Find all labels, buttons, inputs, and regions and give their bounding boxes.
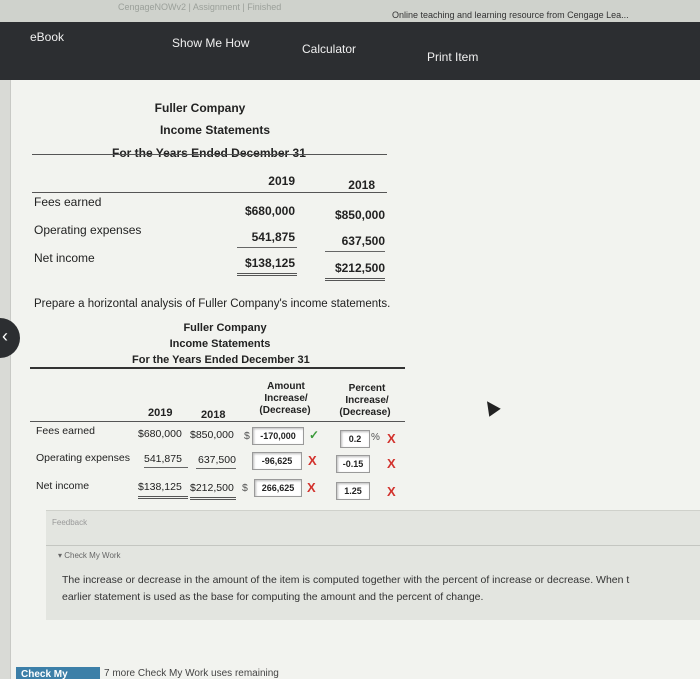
toggle-label: Check My Work [64, 551, 121, 560]
percent-input[interactable]: 0.2 [340, 430, 370, 448]
total-double-rule [325, 278, 385, 281]
value-2019: $138,125 [138, 481, 182, 493]
x-icon: X [387, 431, 396, 446]
feedback-label: Feedback [52, 518, 88, 527]
browser-tab-strip: CengageNOWv2 | Assignment | Finished Onl… [0, 0, 700, 22]
column-header-rule [32, 192, 387, 193]
feedback-text-line2: earlier statement is used as the base fo… [62, 591, 484, 603]
ebook-link[interactable]: eBook [30, 30, 64, 44]
chevron-left-icon: ‹ [2, 326, 8, 346]
amount-header-line1: Amount [267, 381, 305, 392]
total-double-rule [190, 497, 236, 500]
percent-header-line3: (Decrease) [339, 407, 391, 418]
value-2018: $850,000 [190, 429, 234, 441]
statement-period: For the Years Ended December 31 [132, 354, 310, 366]
year-2018-header: 2018 [201, 409, 226, 421]
x-icon: X [387, 484, 396, 499]
year-2019-header: 2019 [148, 407, 173, 419]
statement-title: Income Statements [159, 123, 271, 137]
row-label: Fees earned [34, 195, 102, 209]
amount-input[interactable]: -170,000 [252, 427, 304, 445]
check-my-work-button[interactable]: Check My Work [16, 667, 100, 679]
x-icon: X [387, 456, 396, 471]
value-2018: 637,500 [341, 234, 385, 248]
amount-input[interactable]: -96,625 [252, 452, 302, 470]
print-item-link[interactable]: Print Item [427, 50, 478, 64]
value-2019: 541,875 [251, 230, 295, 244]
value-2019: $680,000 [244, 204, 295, 218]
amount-header-line3: (Decrease) [259, 405, 311, 416]
percent-input[interactable]: -0.15 [336, 455, 370, 473]
panel-divider [10, 80, 11, 679]
total-double-rule [237, 273, 297, 276]
row-label: Fees earned [36, 425, 95, 437]
subtotal-rule [237, 247, 297, 248]
statement-period: For the Years Ended December 31 [112, 146, 306, 160]
company-name: Fuller Company [154, 101, 246, 115]
value-2019: $680,000 [138, 428, 182, 440]
check-my-work-toggle[interactable]: ▾ Check My Work [58, 551, 121, 560]
year-2019-header: 2019 [268, 174, 295, 188]
row-label: Operating expenses [34, 223, 142, 237]
value-2018: $850,000 [334, 208, 385, 222]
percent-input[interactable]: 1.25 [336, 482, 370, 500]
row-label: Net income [34, 251, 95, 265]
year-2018-header: 2018 [348, 178, 375, 192]
assignment-toolbar: eBook Show Me How Calculator Print Item [0, 22, 700, 80]
row-label: Operating expenses [36, 452, 130, 464]
percent-header-line1: Percent [348, 383, 386, 394]
breadcrumb: CengageNOWv2 | Assignment | Finished [118, 2, 282, 12]
value-2019: $138,125 [244, 256, 295, 270]
percent-sign: % [371, 432, 380, 443]
header-rule [32, 154, 387, 155]
calculator-link[interactable]: Calculator [302, 42, 356, 56]
show-me-how-link[interactable]: Show Me How [172, 36, 249, 50]
subtotal-rule [196, 468, 236, 469]
value-2018: 637,500 [198, 454, 236, 466]
currency-symbol: $ [244, 430, 250, 442]
company-name: Fuller Company [183, 322, 267, 334]
value-2018: $212,500 [334, 261, 385, 275]
value-2019: 541,875 [144, 453, 182, 465]
feedback-text-line1: The increase or decrease in the amount o… [62, 574, 630, 586]
statement-title: Income Statements [169, 338, 271, 350]
instructions: Prepare a horizontal analysis of Fuller … [34, 298, 391, 310]
row-label: Net income [36, 480, 90, 492]
check-icon: ✓ [309, 428, 320, 442]
amount-header-line2: Increase/ [264, 393, 308, 404]
remaining-uses-text: 7 more Check My Work uses remaining [104, 668, 279, 679]
x-icon: X [307, 480, 316, 495]
percent-header-line2: Increase/ [345, 395, 389, 406]
value-2018: $212,500 [190, 482, 234, 494]
x-icon: X [308, 453, 317, 468]
total-double-rule [138, 496, 188, 499]
header-rule [30, 367, 405, 369]
browser-tab-title[interactable]: Online teaching and learning resource fr… [392, 10, 629, 20]
amount-input[interactable]: 266,625 [254, 479, 302, 497]
subtotal-rule [144, 467, 188, 468]
feedback-divider [46, 545, 700, 546]
feedback-panel [46, 510, 700, 620]
column-header-rule [30, 421, 405, 422]
currency-symbol: $ [242, 482, 248, 494]
subtotal-rule [325, 251, 385, 252]
triangle-down-icon: ▾ [58, 551, 63, 560]
